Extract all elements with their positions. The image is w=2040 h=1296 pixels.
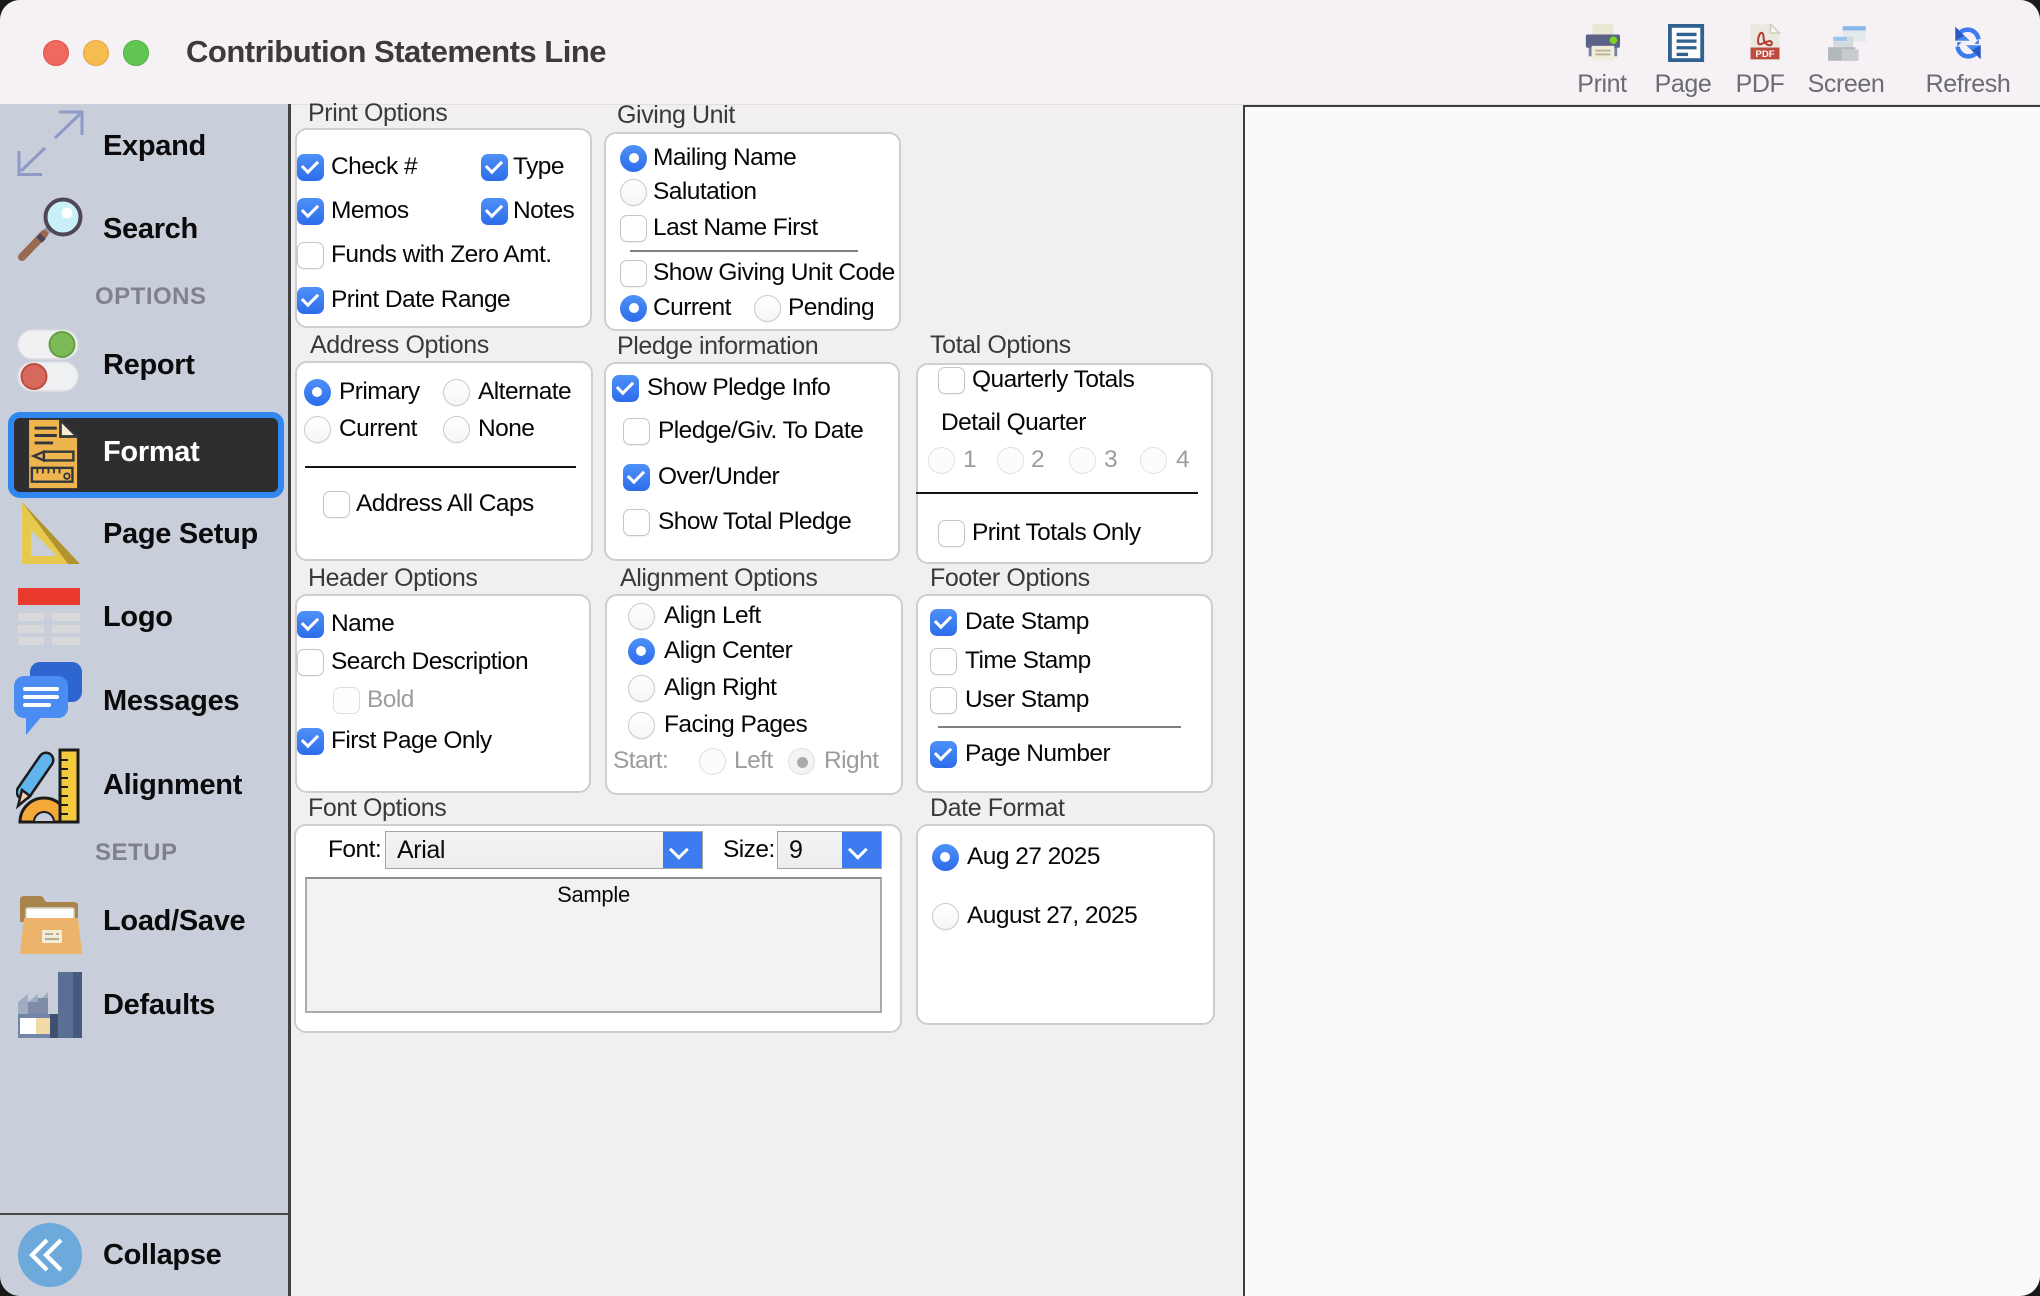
svg-text:PDF: PDF [1756, 49, 1775, 60]
